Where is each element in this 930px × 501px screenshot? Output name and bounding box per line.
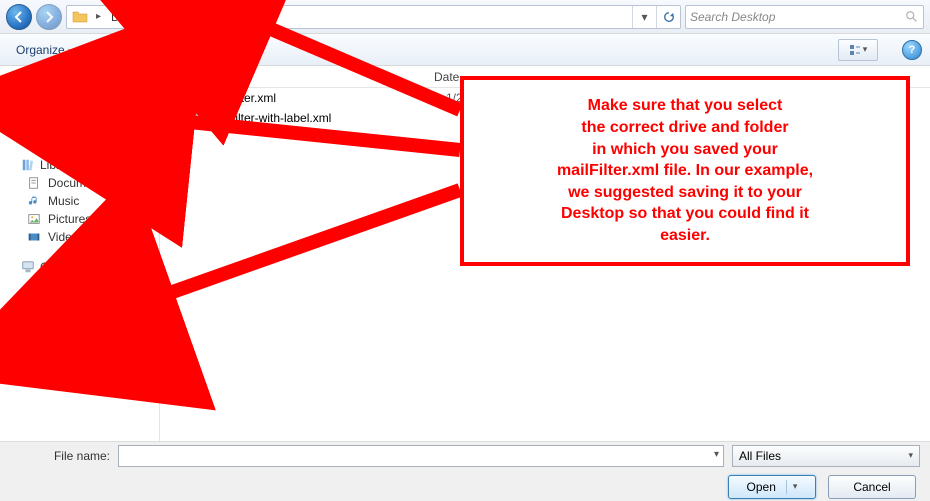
breadcrumb[interactable]: ▸ Desktop ▸ ▾ xyxy=(66,5,681,29)
pictures-icon xyxy=(26,211,42,227)
sidebar-group-computer: Computer Local Disk (C:) Local Disk (K:) xyxy=(2,258,157,312)
drive-icon xyxy=(26,295,42,311)
breadcrumb-item-desktop[interactable]: Desktop xyxy=(105,6,161,28)
address-bar: ▸ Desktop ▸ ▾ Search Desktop xyxy=(0,0,930,34)
sidebar-item-downloads[interactable]: Downloads xyxy=(2,108,157,126)
column-name[interactable]: Name xyxy=(184,70,434,84)
nav-back-button[interactable] xyxy=(6,4,32,30)
chevron-down-icon: ▾ xyxy=(787,481,798,492)
search-icon xyxy=(905,10,919,24)
sidebar-head-libraries[interactable]: Libraries xyxy=(2,156,157,174)
folder-icon xyxy=(70,7,90,27)
sidebar-item-videos[interactable]: Videos xyxy=(2,228,157,246)
cancel-button[interactable]: Cancel xyxy=(828,475,916,499)
sidebar-head-favorites[interactable]: Favorites xyxy=(2,72,157,90)
computer-icon xyxy=(20,259,36,275)
sidebar-label: Network xyxy=(40,326,84,340)
search-input[interactable]: Search Desktop xyxy=(685,5,924,29)
desktop-icon xyxy=(26,91,42,107)
file-name-label: mailFilter-with-label.xml xyxy=(206,111,446,125)
music-icon xyxy=(26,193,42,209)
file-name-label-text: File name: xyxy=(10,449,110,463)
help-button[interactable]: ? xyxy=(902,40,922,60)
annotation-callout: Make sure that you select the correct dr… xyxy=(460,76,910,266)
svg-text:</>: </> xyxy=(188,115,197,121)
xml-file-icon: </> xyxy=(184,90,200,106)
file-name-input[interactable] xyxy=(118,445,724,467)
annotation-text: Make sure that you select the correct dr… xyxy=(557,95,813,246)
sidebar-item-disk-k[interactable]: Local Disk (K:) xyxy=(2,294,157,312)
xml-file-icon: </> xyxy=(184,110,200,126)
arrow-right-icon xyxy=(43,11,55,23)
file-type-filter[interactable]: All Files ▾ xyxy=(732,445,920,467)
bottom-bar: File name: All Files ▾ Open ▾ Cancel xyxy=(0,441,930,501)
search-placeholder: Search Desktop xyxy=(690,10,775,24)
recent-icon xyxy=(26,127,42,143)
file-name-label: mailFilter.xml xyxy=(206,91,446,105)
sidebar-label: Favorites xyxy=(40,74,89,88)
svg-text:</>: </> xyxy=(188,95,197,101)
chevron-down-icon: ▾ xyxy=(908,450,913,461)
chevron-right-icon[interactable]: ▸ xyxy=(92,11,105,22)
new-folder-button[interactable]: New folder xyxy=(105,41,178,59)
sidebar-item-recent-places[interactable]: Recent Places xyxy=(2,126,157,144)
drive-icon xyxy=(26,277,42,293)
sidebar-head-network[interactable]: Network xyxy=(2,324,157,342)
chevron-right-icon[interactable]: ▸ xyxy=(161,11,174,22)
arrow-left-icon xyxy=(13,11,25,23)
breadcrumb-dropdown-button[interactable]: ▾ xyxy=(632,6,656,28)
nav-sidebar: Favorites Desktop Downloads Recent Place… xyxy=(0,66,160,441)
sidebar-item-documents[interactable]: Documents xyxy=(2,174,157,192)
sidebar-head-computer[interactable]: Computer xyxy=(2,258,157,276)
view-options-button[interactable]: ▾ xyxy=(838,39,878,61)
network-icon xyxy=(20,325,36,341)
view-icon xyxy=(849,44,861,56)
sidebar-group-libraries: Libraries Documents Music Pictures Video… xyxy=(2,156,157,246)
videos-icon xyxy=(26,229,42,245)
sidebar-group-favorites: Favorites Desktop Downloads Recent Place… xyxy=(2,72,157,144)
sidebar-group-network: Network xyxy=(2,324,157,342)
sidebar-item-disk-c[interactable]: Local Disk (C:) xyxy=(2,276,157,294)
toolbar: Organize ▾ New folder ▾ ? xyxy=(0,34,930,66)
refresh-icon xyxy=(663,11,675,23)
documents-icon xyxy=(26,175,42,191)
refresh-button[interactable] xyxy=(656,6,680,28)
sidebar-label: Libraries xyxy=(40,158,86,172)
libraries-icon xyxy=(20,157,36,173)
sidebar-item-desktop[interactable]: Desktop xyxy=(2,90,157,108)
nav-forward-button[interactable] xyxy=(36,4,62,30)
sidebar-label: Computer xyxy=(40,260,93,274)
sidebar-item-pictures[interactable]: Pictures xyxy=(2,210,157,228)
open-button[interactable]: Open ▾ xyxy=(728,475,816,499)
star-icon xyxy=(20,73,36,89)
sidebar-item-music[interactable]: Music xyxy=(2,192,157,210)
organize-button[interactable]: Organize ▾ xyxy=(8,41,81,59)
download-icon xyxy=(26,109,42,125)
